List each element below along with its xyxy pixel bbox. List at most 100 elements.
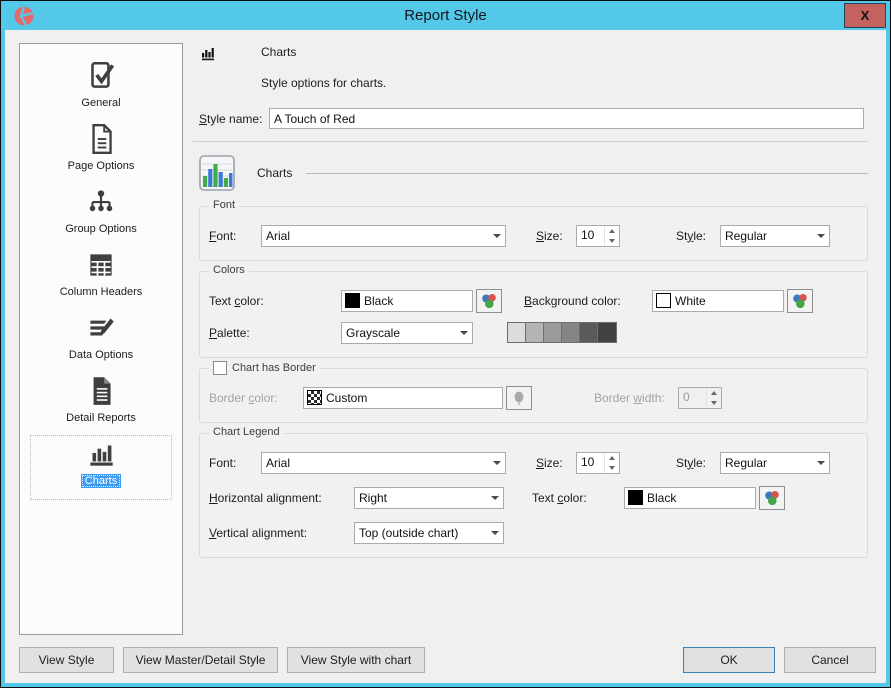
spin-up-icon[interactable] (605, 453, 619, 463)
document-filled-icon (83, 373, 119, 409)
size-spinner[interactable]: 10 (576, 225, 620, 247)
legend-text-color-swatch (628, 490, 643, 505)
report-style-dialog: Report Style X General (0, 0, 891, 688)
section-rule (306, 173, 868, 174)
color-balloons-icon (763, 489, 781, 507)
title-bar: Report Style X (5, 1, 886, 30)
background-color-swatch (656, 293, 671, 308)
font-combo-value: Arial (262, 229, 488, 243)
colors-group-legend: Colors (209, 264, 249, 276)
list-pencil-icon (83, 310, 119, 346)
palette-preview (507, 322, 617, 343)
category-sidebar: General Page Options (19, 43, 183, 635)
chevron-down-icon (488, 226, 505, 246)
legend-style-value: Regular (721, 456, 812, 470)
background-color-combo[interactable]: White (652, 290, 784, 312)
legend-size-label: Size: (536, 456, 576, 470)
sidebar-item-data-options[interactable]: Data Options (31, 310, 171, 373)
color-chart-icon (199, 155, 235, 191)
legend-text-color-picker-button[interactable] (759, 486, 785, 510)
legend-font-combo[interactable]: Arial (261, 452, 506, 474)
charts-section-header: Charts (199, 152, 870, 194)
legend-font-value: Arial (262, 456, 488, 470)
main-panel: Charts Style options for charts. Style n… (183, 30, 886, 683)
palette-label: Palette: (206, 326, 341, 340)
vertical-alignment-combo[interactable]: Top (outside chart) (354, 522, 504, 544)
close-button[interactable]: X (844, 3, 886, 28)
view-style-with-chart-button[interactable]: View Style with chart (287, 647, 425, 673)
bar-chart-icon (83, 436, 119, 472)
view-master-detail-style-button[interactable]: View Master/Detail Style (123, 647, 278, 673)
palette-combo[interactable]: Grayscale (341, 322, 473, 344)
dialog-body: General Page Options (5, 30, 886, 683)
page-title: Charts (261, 45, 386, 59)
palette-swatch (580, 323, 598, 342)
text-color-label: Text color: (206, 294, 341, 308)
sidebar-item-label: Data Options (65, 348, 137, 362)
org-tree-icon (83, 184, 119, 220)
legend-font-label: Font: (206, 456, 261, 470)
style-name-label: Style name: (199, 112, 269, 126)
border-color-value: Custom (322, 391, 502, 405)
legend-text-color-combo[interactable]: Black (624, 487, 756, 509)
sidebar-item-group-options[interactable]: Group Options (31, 184, 171, 247)
chart-has-border-checkbox[interactable] (213, 361, 227, 375)
sidebar-item-column-headers[interactable]: Column Headers (31, 247, 171, 310)
sidebar-item-detail-reports[interactable]: Detail Reports (31, 373, 171, 436)
background-color-value: White (671, 294, 783, 308)
legend-text-color-value: Black (643, 491, 755, 505)
horizontal-alignment-label: Horizontal alignment: (206, 491, 354, 505)
sidebar-item-label: Column Headers (56, 285, 147, 299)
ok-button[interactable]: OK (683, 647, 775, 673)
legend-size-value: 10 (577, 453, 604, 473)
spin-down-icon (707, 398, 721, 408)
document-check-icon (83, 58, 119, 94)
border-width-spinner: 0 (678, 387, 722, 409)
border-groupbox: Chart has Border Border color: Custom (199, 368, 868, 423)
palette-value: Grayscale (342, 326, 455, 340)
palette-swatch (508, 323, 526, 342)
color-balloons-icon (480, 292, 498, 310)
chart-has-border-label: Chart has Border (232, 362, 316, 374)
horizontal-alignment-value: Right (355, 491, 486, 505)
view-style-button[interactable]: View Style (19, 647, 114, 673)
vertical-alignment-label: Vertical alignment: (206, 526, 354, 540)
border-color-picker-button-disabled (506, 386, 532, 410)
border-color-combo: Custom (303, 387, 503, 409)
text-color-picker-button[interactable] (476, 289, 502, 313)
sidebar-item-general[interactable]: General (31, 58, 171, 121)
border-color-label: Border color: (206, 391, 303, 405)
spin-up-icon[interactable] (605, 226, 619, 236)
color-balloons-icon (791, 292, 809, 310)
text-color-combo[interactable]: Black (341, 290, 473, 312)
legend-style-label: Style: (676, 456, 720, 470)
background-color-picker-button[interactable] (787, 289, 813, 313)
text-color-value: Black (360, 294, 472, 308)
horizontal-alignment-combo[interactable]: Right (354, 487, 504, 509)
chevron-down-icon (488, 453, 505, 473)
legend-size-spinner[interactable]: 10 (576, 452, 620, 474)
style-combo[interactable]: Regular (720, 225, 830, 247)
page-lines-icon (83, 121, 119, 157)
page-header: Charts Style options for charts. (191, 40, 870, 90)
sidebar-item-label: Group Options (61, 222, 141, 236)
spin-down-icon[interactable] (605, 236, 619, 246)
vertical-alignment-value: Top (outside chart) (355, 526, 486, 540)
style-label: Style: (676, 229, 720, 243)
page-description: Style options for charts. (261, 76, 386, 90)
cancel-button[interactable]: Cancel (784, 647, 876, 673)
chevron-down-icon (812, 453, 829, 473)
palette-swatch (598, 323, 616, 342)
font-combo[interactable]: Arial (261, 225, 506, 247)
font-group-legend: Font (209, 199, 239, 211)
spin-down-icon[interactable] (605, 463, 619, 473)
size-value: 10 (577, 226, 604, 246)
sidebar-item-label: Detail Reports (62, 411, 140, 425)
table-grid-icon (83, 247, 119, 283)
sidebar-item-page-options[interactable]: Page Options (31, 121, 171, 184)
section-title: Charts (257, 166, 292, 180)
style-name-input[interactable] (269, 108, 864, 129)
size-label: Size: (536, 229, 576, 243)
sidebar-item-charts[interactable]: Charts (31, 436, 171, 499)
legend-style-combo[interactable]: Regular (720, 452, 830, 474)
